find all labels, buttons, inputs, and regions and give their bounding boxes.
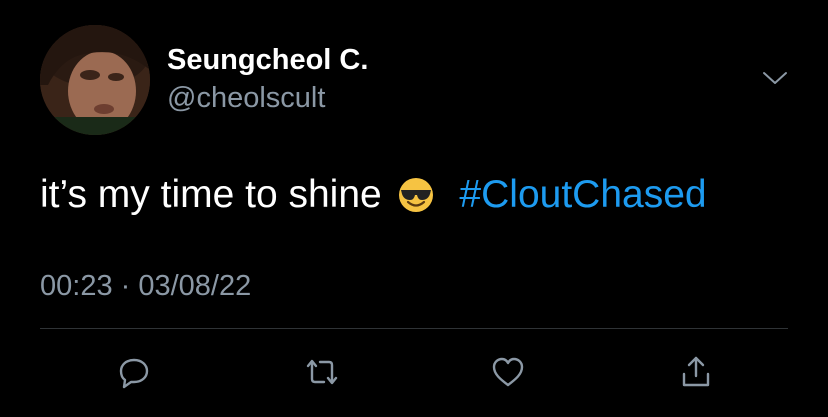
avatar-photo [40,25,150,135]
display-name[interactable]: Seungcheol C. [167,42,368,78]
smiling-face-with-sunglasses-icon [397,176,435,214]
more-options-chevron-icon[interactable] [760,66,790,90]
retweet-icon [306,359,338,385]
comment-icon [119,358,149,389]
retweet-button[interactable] [302,352,342,392]
user-handle[interactable]: @cheolscult [167,80,325,116]
tweet-body: it’s my time to shine [40,173,382,216]
like-button[interactable] [488,352,528,392]
timestamp[interactable]: 00:23 · 03/08/22 [40,268,251,304]
hashtag-link[interactable]: #CloutChased [459,173,706,216]
tweet-text: it’s my time to shine #CloutChased [40,172,707,218]
reply-button[interactable] [114,352,154,392]
share-button[interactable] [676,352,716,392]
heart-icon [492,357,524,387]
avatar[interactable] [40,25,150,135]
share-icon [682,356,710,387]
divider [40,328,788,329]
